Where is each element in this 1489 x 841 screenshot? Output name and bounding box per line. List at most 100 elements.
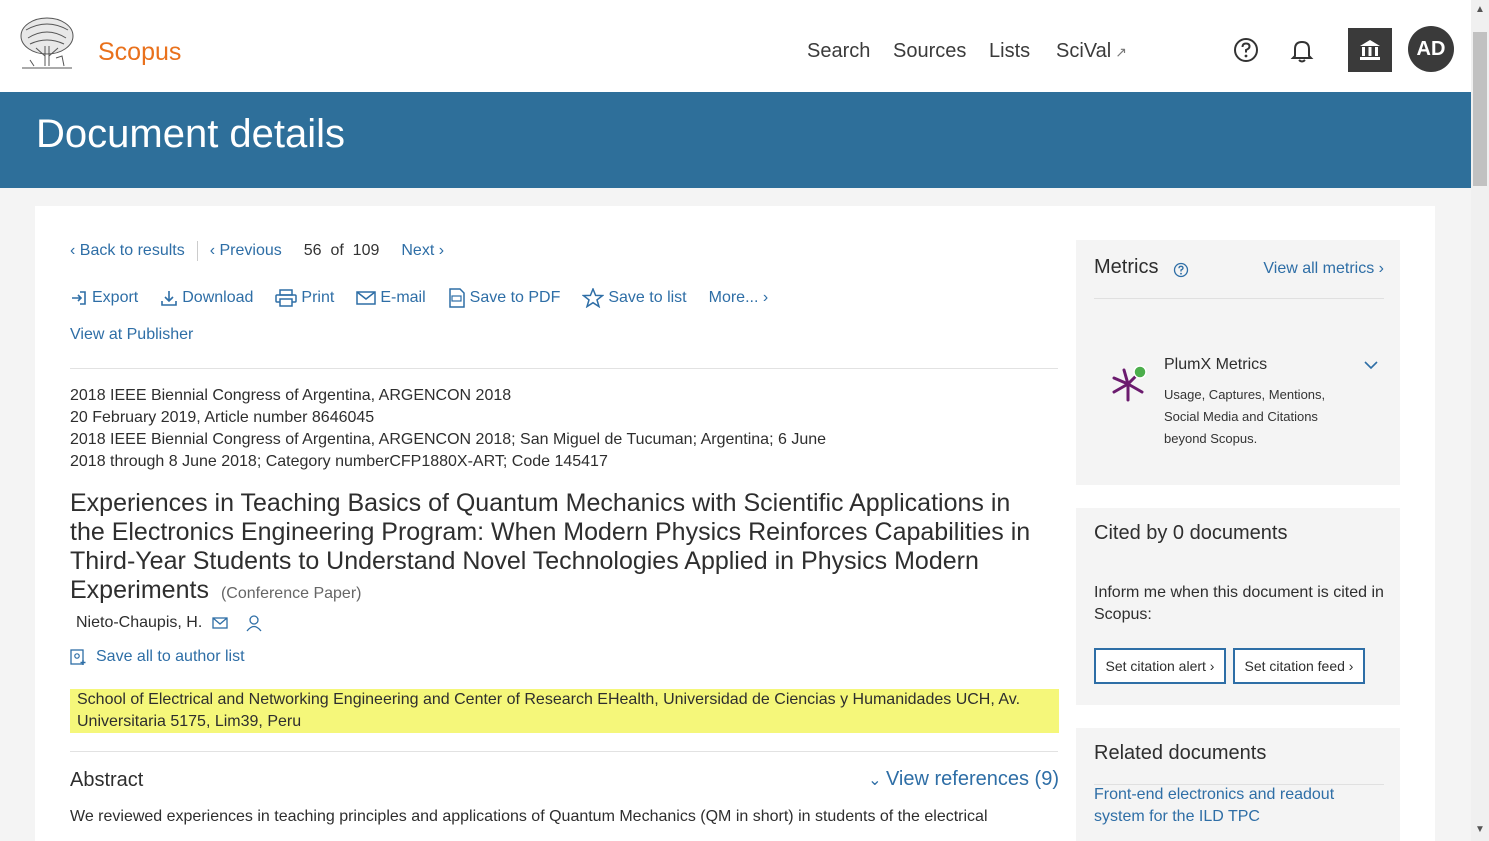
previous-label: Previous <box>219 242 282 259</box>
help-icon[interactable] <box>1173 262 1189 278</box>
chevron-right-icon: › <box>434 242 445 259</box>
export-button[interactable]: Export <box>70 289 138 307</box>
institution-icon <box>1360 40 1380 60</box>
view-at-publisher-link[interactable]: View at Publisher <box>70 326 193 344</box>
star-icon <box>582 288 605 308</box>
source-line: 2018 IEEE Biennial Congress of Argentina… <box>70 431 827 448</box>
document-title: Experiences in Teaching Basics of Quantu… <box>70 489 1031 604</box>
save-all-to-author-list-label: Save all to author list <box>96 648 245 665</box>
more-button[interactable]: More... › <box>709 289 769 307</box>
download-button[interactable]: Download <box>160 289 253 307</box>
help-icon[interactable] <box>1232 36 1260 64</box>
nav-search[interactable]: Search <box>807 40 870 63</box>
plumx-description: Usage, Captures, Mentions, Social Media … <box>1164 387 1326 446</box>
divider <box>70 751 1058 752</box>
set-citation-feed-label: Set citation feed <box>1244 658 1345 674</box>
scrollbar-thumb[interactable] <box>1473 32 1487 186</box>
divider <box>196 241 198 261</box>
previous-link[interactable]: ‹ Previous <box>210 242 282 260</box>
related-document-link[interactable]: Front-end electronics and readout system… <box>1094 784 1364 828</box>
metrics-panel: Metrics View all metrics › PlumX Metrics… <box>1076 240 1400 485</box>
author-profile-icon[interactable] <box>244 614 264 632</box>
set-citation-feed-button[interactable]: Set citation feed › <box>1233 648 1365 684</box>
elsevier-logo-icon[interactable] <box>16 16 78 72</box>
scopus-brand[interactable]: Scopus <box>98 38 181 67</box>
scroll-up-arrow-icon[interactable]: ▲ <box>1475 4 1485 15</box>
related-documents-panel: Related documents Front-end electronics … <box>1076 728 1400 841</box>
view-all-metrics-label: View all metrics <box>1263 260 1375 277</box>
metrics-heading: Metrics <box>1094 256 1159 278</box>
email-icon <box>356 291 377 305</box>
next-link[interactable]: Next › <box>401 242 444 260</box>
bell-icon[interactable] <box>1288 36 1316 64</box>
cited-by-panel: Cited by 0 documents Inform me when this… <box>1076 508 1400 705</box>
source-info: 2018 IEEE Biennial Congress of Argentina… <box>70 385 826 473</box>
document-actions: Export Download Print E-mail Save to PDF… <box>70 288 790 308</box>
export-icon <box>72 291 86 305</box>
chevron-left-icon: ‹ <box>70 242 80 259</box>
print-icon <box>275 289 298 307</box>
export-label: Export <box>92 289 139 306</box>
authors-row: Nieto-Chaupis, H. <box>76 614 264 632</box>
download-label: Download <box>182 289 254 306</box>
back-to-results-label: Back to results <box>79 242 185 259</box>
nav-lists[interactable]: Lists <box>989 40 1030 63</box>
nav-sources[interactable]: Sources <box>893 40 966 63</box>
affiliation: School of Electrical and Networking Engi… <box>70 689 1059 733</box>
document-title-block: Experiences in Teaching Basics of Quantu… <box>70 489 1050 608</box>
plumx-title[interactable]: PlumX Metrics <box>1164 356 1267 374</box>
print-button[interactable]: Print <box>275 289 334 307</box>
nav-scival-label: SciVal <box>1056 40 1112 62</box>
top-header: Scopus Search Sources Lists SciVal ↗ AD <box>0 0 1471 92</box>
related-documents-heading: Related documents <box>1094 742 1267 764</box>
save-to-list-label: Save to list <box>608 289 687 306</box>
email-label: E-mail <box>380 289 426 306</box>
page-banner: Document details <box>0 92 1471 188</box>
chevron-down-icon: ⌄ <box>868 772 886 789</box>
view-references-label: View references (9) <box>885 768 1059 790</box>
view-references-link[interactable]: ⌄ View references (9) <box>868 768 1059 791</box>
user-avatar[interactable]: AD <box>1408 26 1454 72</box>
external-link-icon: ↗ <box>1115 44 1127 60</box>
chevron-left-icon: ‹ <box>209 242 220 259</box>
chevron-down-icon[interactable] <box>1364 360 1378 370</box>
print-label: Print <box>301 289 335 306</box>
chevron-right-icon: › <box>1374 260 1384 277</box>
more-label: More... <box>708 289 759 306</box>
of-label: of <box>330 242 344 259</box>
chevron-right-icon: › <box>758 289 769 306</box>
download-icon <box>161 291 178 306</box>
set-citation-alert-button[interactable]: Set citation alert › <box>1094 648 1226 684</box>
save-to-pdf-label: Save to PDF <box>469 289 561 306</box>
abstract-heading: Abstract <box>70 769 144 791</box>
plumx-icon <box>1112 365 1147 402</box>
source-line[interactable]: 2018 IEEE Biennial Congress of Argentina… <box>70 385 826 407</box>
email-icon[interactable] <box>212 616 228 630</box>
chevron-right-icon: › <box>1205 658 1215 674</box>
source-line: 2018 through 8 June 2018; Category numbe… <box>70 453 608 470</box>
scroll-down-arrow-icon[interactable]: ▼ <box>1475 824 1485 835</box>
chevron-right-icon: › <box>1344 658 1354 674</box>
pdf-icon <box>448 288 465 308</box>
nav-scival[interactable]: SciVal ↗ <box>1056 40 1127 63</box>
save-to-list-button[interactable]: Save to list <box>582 288 687 308</box>
divider <box>1094 298 1384 299</box>
set-citation-alert-label: Set citation alert <box>1105 658 1206 674</box>
author-list-icon <box>70 649 86 665</box>
author-link[interactable]: Nieto-Chaupis, H. <box>76 614 202 632</box>
view-all-metrics-link[interactable]: View all metrics › <box>1263 260 1384 278</box>
cited-by-text: Inform me when this document is cited in… <box>1094 584 1384 623</box>
page-scrollbar[interactable]: ▲ ▼ <box>1471 0 1489 841</box>
email-button[interactable]: E-mail <box>356 289 426 307</box>
page-title: Document details <box>36 112 346 156</box>
save-to-pdf-button[interactable]: Save to PDF <box>448 288 561 308</box>
next-label: Next <box>401 242 435 259</box>
save-all-to-author-list-link[interactable]: Save all to author list <box>70 648 245 666</box>
institution-button[interactable] <box>1348 28 1392 72</box>
source-line: 20 February 2019, Article number 8646045 <box>70 409 375 426</box>
results-navigation: ‹ Back to results ‹ Previous 56 of 109 N… <box>70 241 444 261</box>
back-to-results-link[interactable]: ‹ Back to results <box>70 242 185 260</box>
current-result: 56 <box>303 242 322 259</box>
total-results: 109 <box>352 242 380 259</box>
divider <box>70 368 1058 369</box>
